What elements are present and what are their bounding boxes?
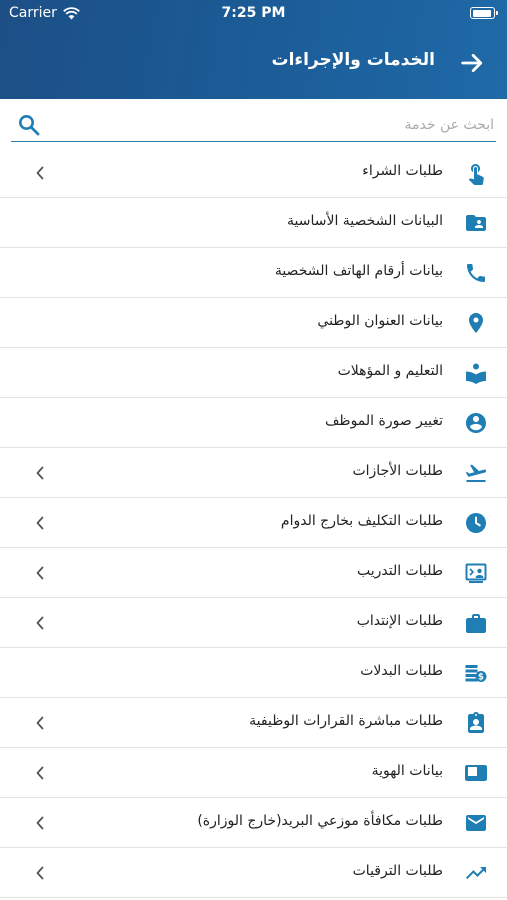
list-item[interactable]: طلبات الشراء [0, 148, 507, 198]
list-item-label: تغيير صورة الموظف [324, 413, 443, 429]
chevron-left-icon [36, 166, 44, 180]
status-time: 7:25 PM [221, 5, 286, 21]
chevron-left-icon [36, 766, 44, 780]
services-list: طلبات الشراء البيانات الشخصية الأساسية ب… [0, 148, 507, 898]
contact-folder-icon [464, 211, 488, 235]
page-title: الخدمات والإجراءات [271, 50, 435, 70]
id-card-icon [464, 761, 488, 785]
list-item[interactable]: طلبات الترقيات [0, 848, 507, 898]
chevron-left-icon [36, 466, 44, 480]
back-button[interactable] [455, 46, 489, 80]
status-bar: Carrier 7:25 PM [0, 0, 507, 28]
arrow-right-icon [461, 54, 483, 72]
chevron-left-icon [36, 616, 44, 630]
chevron-left-icon [36, 816, 44, 830]
list-item[interactable]: طلبات التكليف بخارج الدوام [0, 498, 507, 548]
battery-icon [470, 7, 498, 19]
airplane-departure-icon [464, 461, 488, 485]
money-icon: $ [464, 661, 488, 685]
search-bar [11, 108, 496, 142]
briefcase-icon [464, 611, 488, 635]
chevron-left-icon [36, 566, 44, 580]
id-badge-icon [464, 711, 488, 735]
list-item[interactable]: تغيير صورة الموظف [0, 398, 507, 448]
list-item-label: طلبات التدريب [356, 563, 443, 579]
presentation-icon [464, 561, 488, 585]
list-item-label: بيانات الهوية [371, 763, 443, 779]
list-item[interactable]: طلبات التدريب [0, 548, 507, 598]
list-item-label: التعليم و المؤهلات [337, 363, 443, 379]
list-item-label: البيانات الشخصية الأساسية [287, 213, 443, 229]
list-item[interactable]: بيانات الهوية [0, 748, 507, 798]
chevron-left-icon [36, 516, 44, 530]
chevron-left-icon [36, 866, 44, 880]
list-item-label: طلبات مباشرة القرارات الوظيفية [249, 713, 443, 729]
list-item[interactable]: طلبات مباشرة القرارات الوظيفية [0, 698, 507, 748]
phone-icon [464, 261, 488, 285]
list-item[interactable]: طلبات الإنتداب [0, 598, 507, 648]
list-item[interactable]: $ طلبات البدلات [0, 648, 507, 698]
list-item[interactable]: بيانات العنوان الوطني [0, 298, 507, 348]
touch-icon [464, 161, 488, 185]
navigation-bar: الخدمات والإجراءات [0, 36, 507, 90]
list-item[interactable]: بيانات أرقام الهاتف الشخصية [0, 248, 507, 298]
account-circle-icon [464, 411, 488, 435]
list-item-label: طلبات الترقيات [352, 863, 443, 879]
search-input[interactable] [55, 112, 494, 138]
mail-icon [464, 811, 488, 835]
search-icon[interactable] [17, 113, 41, 137]
clock-icon [464, 511, 488, 535]
list-item-label: طلبات مكافأة موزعي البريد(خارج الوزارة) [197, 813, 443, 829]
trending-up-icon [464, 861, 488, 885]
education-icon [464, 361, 488, 385]
list-item-label: طلبات الأجازات [352, 463, 443, 479]
list-item[interactable]: طلبات الأجازات [0, 448, 507, 498]
chevron-left-icon [36, 716, 44, 730]
location-pin-icon [464, 311, 488, 335]
app-header: Carrier 7:25 PM الخدمات والإجراءات [0, 0, 507, 99]
list-item-label: بيانات العنوان الوطني [317, 313, 443, 329]
list-item[interactable]: طلبات مكافأة موزعي البريد(خارج الوزارة) [0, 798, 507, 848]
list-item-label: طلبات الإنتداب [356, 613, 443, 629]
list-item-label: بيانات أرقام الهاتف الشخصية [274, 263, 443, 279]
list-item-label: طلبات الشراء [362, 163, 443, 179]
list-item-label: طلبات التكليف بخارج الدوام [280, 513, 443, 529]
list-item-label: طلبات البدلات [360, 663, 443, 679]
svg-text:$: $ [478, 673, 484, 683]
list-item[interactable]: التعليم و المؤهلات [0, 348, 507, 398]
list-item[interactable]: البيانات الشخصية الأساسية [0, 198, 507, 248]
